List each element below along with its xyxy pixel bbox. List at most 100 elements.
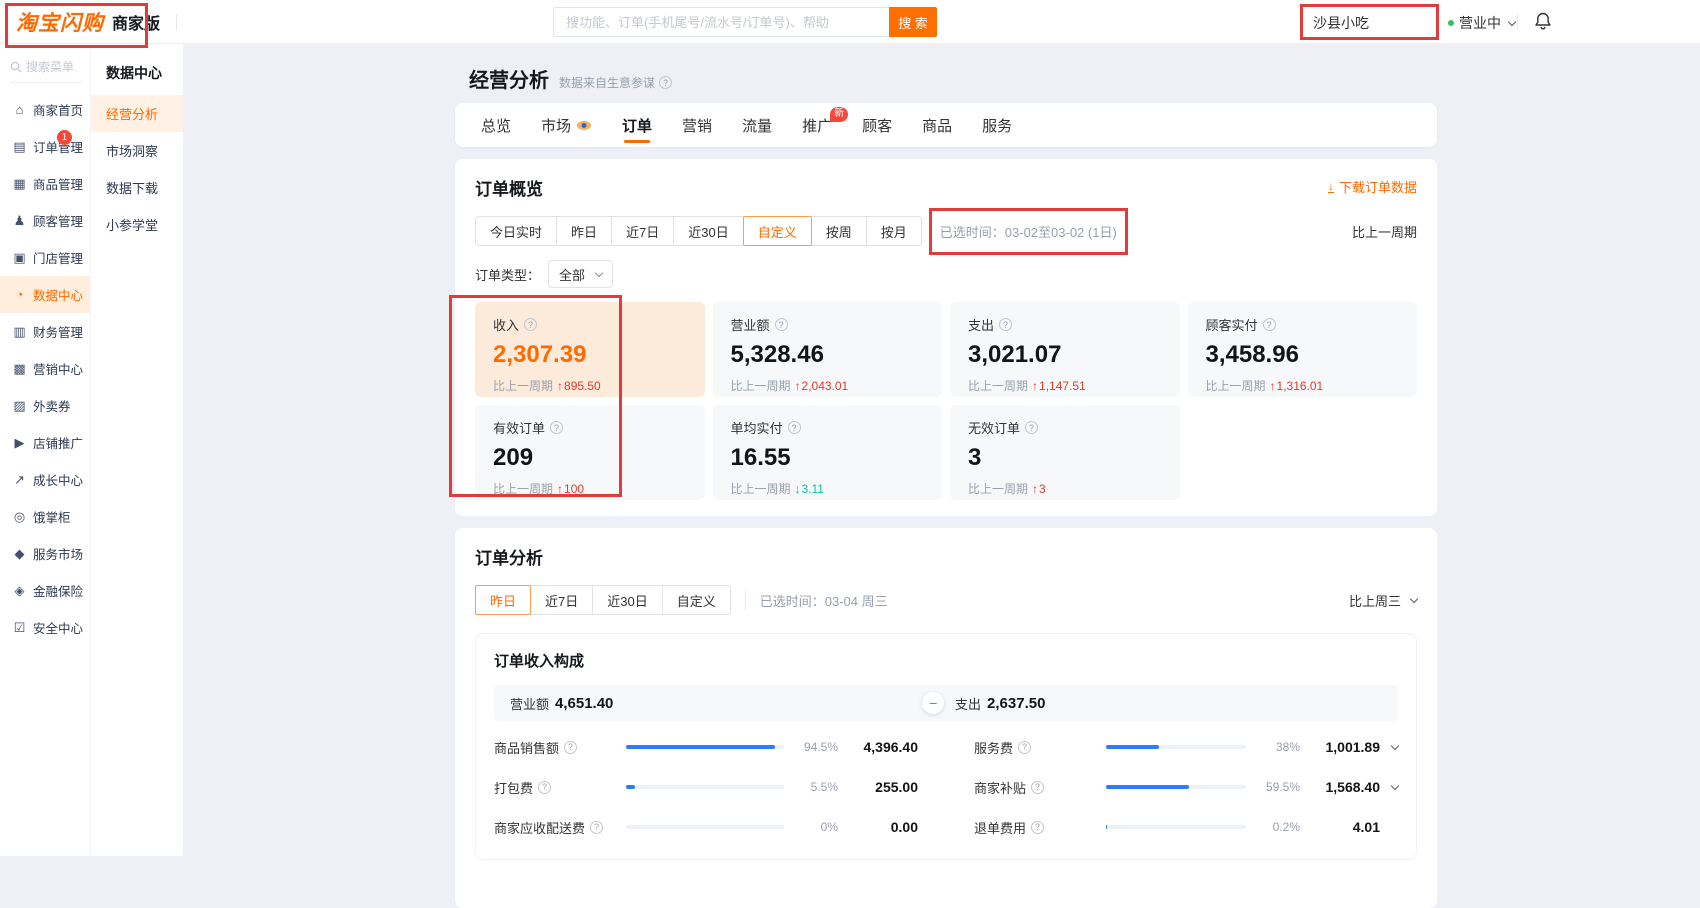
up-arrow-icon: ↑ bbox=[557, 379, 563, 393]
expand-chevron-icon[interactable] bbox=[1380, 785, 1398, 789]
help-icon[interactable]: ? bbox=[775, 318, 788, 331]
download-order-data-link[interactable]: ↓ 下载订单数据 bbox=[1328, 177, 1417, 196]
goods-icon: ▦ bbox=[12, 176, 27, 192]
analysis-compare-dropdown[interactable]: 比上周三 bbox=[1349, 591, 1417, 610]
coupon-icon: ▨ bbox=[12, 398, 27, 414]
composition-row-packing-fee: 打包费? 5.5% 255.00 bbox=[494, 767, 918, 807]
filter-custom[interactable]: 自定义 bbox=[743, 216, 812, 246]
submenu-item-business-analysis[interactable]: 经营分析 bbox=[91, 95, 183, 132]
sidebar-item-security-center[interactable]: ☑ 安全中心 bbox=[0, 609, 90, 646]
header-divider bbox=[1517, 14, 1518, 30]
composition-row-merchant-subsidy: 商家补贴? 59.5% 1,568.40 bbox=[974, 767, 1398, 807]
up-arrow-icon: ↑ bbox=[1032, 482, 1038, 496]
expand-chevron-icon[interactable] bbox=[1380, 745, 1398, 749]
sidebar-item-goods-management[interactable]: ▦ 商品管理 bbox=[0, 165, 90, 202]
sidebar-item-finance-management[interactable]: ▥ 财务管理 bbox=[0, 313, 90, 350]
help-icon[interactable]: ? bbox=[1031, 781, 1044, 794]
tab-customer[interactable]: 顾客 bbox=[862, 103, 892, 147]
filter-today-realtime[interactable]: 今日实时 bbox=[475, 216, 557, 246]
submenu-item-data-download[interactable]: 数据下载 bbox=[91, 169, 183, 206]
help-icon[interactable]: ? bbox=[788, 421, 801, 434]
sidebar-search-input[interactable]: 搜索菜单 bbox=[10, 58, 82, 83]
help-icon[interactable]: ? bbox=[538, 781, 551, 794]
analysis-selected-time: 已选时间：03-04 周三 bbox=[745, 591, 888, 610]
download-icon: ↓ bbox=[1328, 181, 1334, 193]
status-label: 营业中 bbox=[1459, 13, 1501, 33]
metric-card-invalid-orders: 无效订单? 3 比上一周期 ↑3 bbox=[950, 405, 1180, 500]
help-icon[interactable]: ? bbox=[550, 421, 563, 434]
sidebar-item-shop-promotion[interactable]: ▶ 店铺推广 bbox=[0, 424, 90, 461]
sidebar-item-finance-insurance[interactable]: ◈ 金融保险 bbox=[0, 572, 90, 609]
help-icon[interactable]: ? bbox=[1031, 821, 1044, 834]
analysis-time-filter-group: 昨日 近7日 近30日 自定义 bbox=[475, 585, 731, 615]
revenue-value: 4,651.40 bbox=[555, 695, 613, 712]
security-icon: ☑ bbox=[12, 620, 27, 636]
notification-bell-icon[interactable] bbox=[1533, 11, 1553, 38]
global-search: 搜 索 bbox=[553, 7, 937, 37]
composition-summary-bar: 营业额 4,651.40 − 支出 2,637.50 bbox=[494, 685, 1398, 721]
submenu-title: 数据中心 bbox=[91, 44, 183, 95]
filter-custom[interactable]: 自定义 bbox=[662, 585, 731, 615]
overview-compare-label: 比上一周期 bbox=[1352, 222, 1417, 241]
data-center-icon: ◔ bbox=[12, 287, 27, 302]
sidebar-item-ezhanggui[interactable]: ◎ 饿掌柜 bbox=[0, 498, 90, 535]
up-arrow-icon: ↑ bbox=[795, 379, 801, 393]
sidebar-item-order-management[interactable]: ▤ 订单管理 1 bbox=[0, 128, 90, 165]
composition-row-goods-sales: 商品销售额? 94.5% 4,396.40 bbox=[494, 727, 918, 767]
order-icon: ▤ bbox=[12, 139, 27, 155]
finance-icon: ▥ bbox=[12, 324, 27, 340]
help-icon[interactable]: ? bbox=[1025, 421, 1038, 434]
order-analysis-card: 订单分析 昨日 近7日 近30日 自定义 已选时间：03-04 周三 比上周三 … bbox=[455, 528, 1437, 908]
sidebar-item-marketing-center[interactable]: ▩ 营销中心 bbox=[0, 350, 90, 387]
sidebar-item-merchant-home[interactable]: ⌂ 商家首页 bbox=[0, 91, 90, 128]
tab-service[interactable]: 服务 bbox=[982, 103, 1012, 147]
tab-order[interactable]: 订单 bbox=[622, 103, 652, 147]
help-icon[interactable]: ? bbox=[590, 821, 603, 834]
help-icon[interactable]: ? bbox=[1263, 318, 1276, 331]
filter-last-7-days[interactable]: 近7日 bbox=[611, 216, 674, 246]
sidebar-item-data-center[interactable]: ◔ 数据中心 bbox=[0, 276, 90, 313]
tab-goods[interactable]: 商品 bbox=[922, 103, 952, 147]
composition-title: 订单收入构成 bbox=[494, 650, 1398, 671]
filter-by-month[interactable]: 按月 bbox=[866, 216, 922, 246]
tab-market[interactable]: 市场 bbox=[541, 103, 592, 147]
sidebar-item-service-market[interactable]: ◆ 服务市场 bbox=[0, 535, 90, 572]
help-icon[interactable]: ? bbox=[524, 318, 537, 331]
composition-row-service-fee: 服务费? 38% 1,001.89 bbox=[974, 727, 1398, 767]
help-icon[interactable]: ? bbox=[999, 318, 1012, 331]
business-status-dropdown[interactable]: 营业中 bbox=[1448, 13, 1515, 33]
filter-by-week[interactable]: 按周 bbox=[811, 216, 867, 246]
filter-last-30-days[interactable]: 近30日 bbox=[592, 585, 662, 615]
order-analysis-title: 订单分析 bbox=[475, 544, 1417, 569]
sidebar-item-customer-management[interactable]: ♟ 顾客管理 bbox=[0, 202, 90, 239]
primary-sidebar: 搜索菜单 ⌂ 商家首页 ▤ 订单管理 1 ▦ 商品管理 ♟ 顾客管理 ▣ 门店管… bbox=[0, 44, 90, 856]
tab-overview[interactable]: 总览 bbox=[481, 103, 511, 147]
composition-row-delivery-fee: 商家应收配送费? 0% 0.00 bbox=[494, 807, 918, 847]
tab-marketing[interactable]: 营销 bbox=[682, 103, 712, 147]
metric-card-avg-paid: 单均实付? 16.55 比上一周期 ↓3.11 bbox=[713, 405, 943, 500]
help-icon[interactable]: ? bbox=[1018, 741, 1031, 754]
search-button[interactable]: 搜 索 bbox=[889, 7, 937, 37]
app-logo[interactable]: 淘宝闪购 商家版 bbox=[16, 0, 177, 44]
chevron-down-icon bbox=[1410, 595, 1418, 603]
store-name[interactable]: 沙县小吃 bbox=[1313, 13, 1369, 33]
submenu-item-market-insight[interactable]: 市场洞察 bbox=[91, 132, 183, 169]
filter-yesterday[interactable]: 昨日 bbox=[556, 216, 612, 246]
help-icon[interactable]: ? bbox=[564, 741, 577, 754]
expense-value: 2,637.50 bbox=[987, 695, 1045, 712]
order-type-select[interactable]: 全部 bbox=[548, 260, 613, 288]
sidebar-item-store-management[interactable]: ▣ 门店管理 bbox=[0, 239, 90, 276]
filter-last-7-days[interactable]: 近7日 bbox=[530, 585, 593, 615]
tab-traffic[interactable]: 流量 bbox=[742, 103, 772, 147]
filter-yesterday[interactable]: 昨日 bbox=[475, 585, 531, 615]
sidebar-item-growth-center[interactable]: ↗ 成长中心 bbox=[0, 461, 90, 498]
tab-promotion[interactable]: 推广 新 bbox=[802, 103, 832, 147]
submenu-item-xiaocan-school[interactable]: 小参学堂 bbox=[91, 206, 183, 243]
logo-brand: 淘宝闪购 bbox=[16, 7, 104, 37]
global-search-input[interactable] bbox=[553, 7, 889, 37]
chevron-down-icon bbox=[1508, 18, 1516, 26]
eye-icon bbox=[576, 120, 592, 131]
help-icon[interactable]: ? bbox=[659, 76, 672, 89]
filter-last-30-days[interactable]: 近30日 bbox=[673, 216, 743, 246]
sidebar-item-takeout-coupon[interactable]: ▨ 外卖券 bbox=[0, 387, 90, 424]
